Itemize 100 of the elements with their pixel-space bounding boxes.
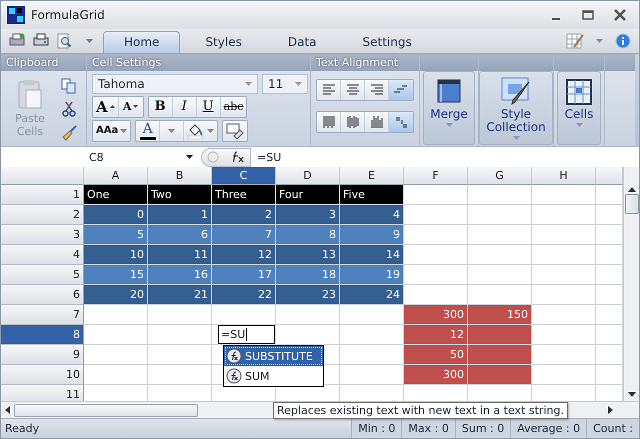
table-cell: 300 — [404, 365, 468, 386]
status-message: Ready — [4, 422, 40, 436]
font-size-dropdown[interactable]: 11 — [262, 74, 308, 94]
font-name-dropdown[interactable]: Tahoma — [92, 74, 258, 94]
scroll-left-icon[interactable] — [5, 406, 10, 414]
column-header[interactable]: G — [468, 167, 532, 186]
formula-field[interactable]: =SU — [251, 150, 282, 164]
cell-editor-field[interactable]: =SU — [218, 325, 275, 344]
table-cell: 17 — [212, 265, 276, 286]
close-icon — [614, 9, 626, 22]
column-header[interactable]: B — [148, 167, 212, 186]
function-icon — [226, 348, 242, 364]
scrollbar-thumb[interactable] — [14, 404, 198, 417]
table-cell: 16 — [148, 265, 212, 286]
row-header[interactable]: 6 — [1, 285, 84, 306]
grow-font-button[interactable]: A — [93, 96, 119, 117]
autocomplete-item[interactable]: SUBSTITUTE — [224, 346, 323, 366]
column-header[interactable]: H — [532, 167, 596, 186]
table-cell: 9 — [340, 225, 404, 246]
info-icon[interactable] — [613, 32, 633, 50]
table-cell: 2 — [212, 205, 276, 226]
table-cell: 12 — [404, 325, 468, 346]
text-lines-icon — [368, 82, 384, 98]
status-stat: Max : 0 — [401, 419, 455, 438]
shrink-font-button[interactable]: A — [118, 96, 143, 117]
strike-button[interactable]: abc — [220, 96, 246, 117]
maximize-icon — [582, 10, 594, 20]
minimize-icon — [552, 18, 560, 20]
scroll-right-icon[interactable] — [608, 406, 613, 414]
bold-button[interactable]: B — [148, 96, 173, 117]
column-header[interactable]: F — [404, 167, 468, 186]
function-icon — [226, 368, 242, 384]
column-header[interactable]: A — [84, 167, 148, 186]
vertical-lines-icon — [320, 114, 336, 130]
function-icon — [230, 150, 246, 164]
row-header[interactable]: 10 — [1, 365, 84, 386]
table-cell: 4 — [340, 205, 404, 226]
dropdown-caret-icon — [576, 123, 582, 128]
ribbon-big-button[interactable]: Cells — [557, 71, 601, 146]
status-stat: Count : — [586, 419, 639, 438]
scrollbar-thumb[interactable] — [624, 194, 638, 214]
ribbon-tab[interactable]: Styles — [184, 30, 263, 53]
ribbon-tab[interactable]: Home — [103, 30, 180, 53]
table-cell: 11 — [148, 245, 212, 266]
row-header[interactable]: 2 — [1, 205, 84, 226]
column-header[interactable]: E — [340, 167, 404, 186]
italic-button[interactable]: I — [172, 96, 197, 117]
dropdown-caret-icon — [207, 128, 214, 133]
table-cell: 15 — [84, 265, 148, 286]
table-cell: 22 — [212, 285, 276, 306]
column-header[interactable]: C — [212, 167, 276, 186]
group-title-bar — [420, 54, 478, 71]
column-header[interactable] — [596, 167, 623, 186]
grid-brush-icon[interactable] — [565, 32, 585, 50]
table-cell: 10 — [84, 245, 148, 266]
table-cell: 21 — [148, 285, 212, 306]
ribbon-tab[interactable]: Data — [266, 30, 338, 53]
vertical-align-button[interactable] — [389, 112, 413, 132]
table-cell: 6 — [148, 225, 212, 246]
table-cell: Five — [340, 185, 404, 206]
underline-button[interactable]: U — [196, 96, 221, 117]
row-header[interactable]: 4 — [1, 245, 84, 266]
up-arrow-icon — [110, 105, 115, 108]
eraser-icon — [226, 122, 244, 139]
column-header[interactable]: D — [276, 167, 340, 186]
row-header[interactable]: 1 — [1, 185, 84, 206]
table-cell: 1 — [148, 205, 212, 226]
group-title: Clipboard — [1, 54, 86, 71]
table-cell: 8 — [276, 225, 340, 246]
ribbon-tab[interactable]: Settings — [342, 30, 433, 53]
row-header[interactable]: 5 — [1, 265, 84, 286]
align-button[interactable] — [389, 80, 413, 100]
insert-function-button[interactable] — [201, 148, 251, 167]
ribbon-big-button[interactable]: Merge — [423, 71, 475, 146]
group-title: Text Alignment — [311, 54, 419, 71]
dropdown-caret-icon — [86, 39, 92, 44]
text-case-button[interactable]: AAa — [93, 120, 130, 141]
dropdown-caret-icon — [512, 136, 520, 140]
table-cell: 24 — [340, 285, 404, 306]
dropdown-caret-icon — [120, 128, 128, 133]
name-box[interactable]: C8 — [1, 147, 201, 168]
text-lines-icon — [320, 82, 336, 98]
row-header[interactable]: 7 — [1, 305, 84, 326]
table-cell: 19 — [340, 265, 404, 286]
table-cell: 12 — [212, 245, 276, 266]
table-cell: 3 — [276, 205, 340, 226]
scroll-down-icon[interactable] — [628, 392, 636, 398]
row-header[interactable]: 3 — [1, 225, 84, 246]
ribbon-big-button[interactable]: Style Collection — [479, 71, 553, 146]
row-header[interactable]: 9 — [1, 345, 84, 366]
table-cell: 18 — [276, 265, 340, 286]
app-logo-icon — [7, 6, 25, 24]
table-cell: 0 — [84, 205, 148, 226]
down-arrow-icon — [133, 105, 138, 108]
dropdown-caret-icon — [245, 82, 252, 86]
table-cell: 20 — [84, 285, 148, 306]
row-header[interactable]: 11 — [1, 385, 84, 402]
row-header[interactable]: 8 — [1, 325, 84, 346]
status-stat: Sum : 0 — [454, 419, 510, 438]
table-cell: Four — [276, 185, 340, 206]
